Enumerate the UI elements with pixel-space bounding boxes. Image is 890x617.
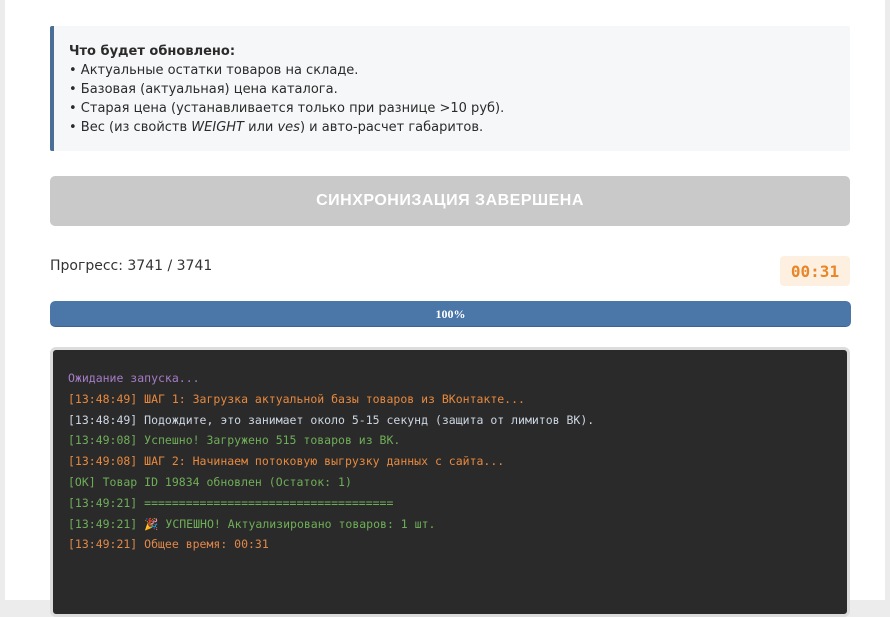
log-line: [13:49:21] =============================… — [68, 495, 394, 510]
log-line: Ожидание запуска... — [68, 371, 200, 385]
sync-panel: Что будет обновлено: • Актуальные остатк… — [5, 0, 885, 617]
log-line: [13:49:08] ШАГ 2: Начинаем потоковую выг… — [68, 454, 505, 469]
update-info-item-text: • Актуальные остатки товаров на складе. — [69, 63, 359, 78]
elapsed-timer: 00:31 — [780, 256, 850, 286]
progress-percent: 100% — [435, 306, 466, 321]
log-console: Ожидание запуска... [13:48:49] ШАГ 1: Заг… — [50, 347, 850, 617]
update-info-item: • Базовая (актуальная) цена каталога. — [69, 80, 850, 99]
update-info-item: • Старая цена (устанавливается только пр… — [69, 99, 850, 118]
update-info-item: • Вес (из свойств WEIGHT или ves) и авто… — [69, 118, 850, 137]
update-info-item-text: или — [244, 120, 278, 135]
log-line: [13:49:08] Успешно! Загружено 515 товаро… — [68, 433, 401, 448]
log-line: [13:49:21] 🎉 УСПЕШНО! Актуализировано то… — [68, 516, 436, 531]
log-line: [13:49:21] Общее время: 00:31 — [68, 537, 269, 552]
weight-property-name: WEIGHT — [191, 120, 244, 135]
ves-property-name: ves — [277, 120, 300, 135]
log-line: [OK] Товар ID 19834 обновлен (Остаток: 1… — [68, 474, 352, 489]
update-info-item: • Актуальные остатки товаров на складе. — [69, 61, 850, 80]
update-info-item-text: • Старая цена (устанавливается только пр… — [69, 101, 505, 116]
update-info-box: Что будет обновлено: • Актуальные остатк… — [50, 26, 850, 151]
progress-bar: 100% — [50, 301, 851, 327]
update-info-item-text: • Вес (из свойств — [69, 120, 192, 135]
log-line: [13:48:49] Подождите, это занимает около… — [68, 412, 595, 427]
update-info-item-text: ) и авто-расчет габаритов. — [299, 120, 484, 135]
update-info-title: Что будет обновлено: — [69, 44, 236, 59]
log-line: [13:48:49] ШАГ 1: Загрузка актуальной ба… — [68, 391, 525, 406]
sync-complete-button[interactable]: СИНХРОНИЗАЦИЯ ЗАВЕРШЕНА — [50, 176, 850, 226]
progress-label: Прогресс: 3741 / 3741 — [50, 258, 213, 274]
update-info-item-text: • Базовая (актуальная) цена каталога. — [69, 82, 338, 97]
